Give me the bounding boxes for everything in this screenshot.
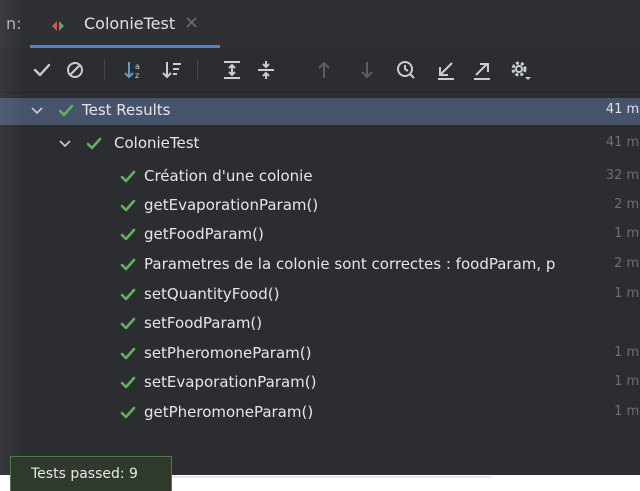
duration-label: 1 ms	[614, 226, 640, 241]
svg-text:a: a	[135, 62, 140, 71]
passed-check-icon	[120, 287, 136, 303]
tree-node-coloniettest[interactable]: ColonieTest 41 ms	[0, 131, 640, 158]
status-text: Tests passed: 9	[31, 466, 138, 482]
export-tests-icon[interactable]	[470, 58, 494, 82]
toolbar-separator	[104, 60, 105, 80]
tree-node-label: ColonieTest	[114, 134, 200, 152]
test-row[interactable]: getEvaporationParam() 2 ms	[0, 193, 640, 220]
test-name: getPheromoneParam()	[144, 403, 314, 421]
duration-label: 1 ms	[614, 374, 640, 389]
tab-title: ColonieTest	[84, 14, 176, 33]
duration-label: 41 ms	[605, 135, 640, 150]
svg-text:z: z	[135, 71, 139, 80]
test-history-icon[interactable]	[394, 58, 418, 82]
tree-node-label: Test Results	[82, 101, 171, 119]
test-name: getEvaporationParam()	[144, 196, 319, 214]
test-name: setFoodParam()	[144, 314, 263, 332]
next-failed-test-icon[interactable]	[355, 58, 379, 82]
test-name: Création d'une colonie	[144, 167, 313, 185]
test-name: setEvaporationParam()	[144, 373, 317, 391]
duration-label: 32 ms	[605, 168, 640, 183]
sort-alphabetically-icon[interactable]: a z	[122, 58, 146, 82]
status-divider	[172, 476, 492, 478]
expand-all-icon[interactable]	[220, 58, 244, 82]
settings-icon[interactable]	[508, 58, 532, 82]
test-name: getFoodParam()	[144, 225, 264, 243]
show-ignored-icon[interactable]	[63, 58, 87, 82]
show-passed-icon[interactable]	[30, 58, 54, 82]
duration-label: 1 ms	[614, 404, 640, 419]
passed-check-icon	[120, 375, 136, 391]
test-row[interactable]: getFoodParam() 1 ms	[0, 222, 640, 249]
import-tests-icon[interactable]	[434, 58, 458, 82]
tests-passed-status[interactable]: Tests passed: 9	[10, 456, 172, 491]
toolbar-separator	[197, 60, 198, 80]
passed-check-icon	[58, 103, 74, 119]
test-name: Parametres de la colonie sont correctes …	[144, 255, 556, 273]
run-config-icon	[52, 17, 64, 31]
chevron-down-icon[interactable]	[58, 137, 72, 151]
duration-label: 2 ms	[614, 197, 640, 212]
test-name: setQuantityFood()	[144, 285, 280, 303]
previous-failed-test-icon[interactable]	[312, 58, 336, 82]
passed-check-icon	[120, 316, 136, 332]
close-icon[interactable]: ×	[184, 12, 199, 33]
sort-by-duration-icon[interactable]	[160, 58, 184, 82]
passed-check-icon	[120, 405, 136, 421]
duration-label: 1 ms	[614, 345, 640, 360]
test-row[interactable]: setEvaporationParam() 1 ms	[0, 370, 640, 397]
test-row[interactable]: setQuantityFood() 1 ms	[0, 282, 640, 309]
passed-check-icon	[120, 198, 136, 214]
test-name: setPheromoneParam()	[144, 344, 312, 362]
test-row[interactable]: Parametres de la colonie sont correctes …	[0, 252, 640, 279]
duration-label: 1 ms	[614, 286, 640, 301]
collapse-all-icon[interactable]	[254, 58, 278, 82]
chevron-down-icon[interactable]	[30, 104, 44, 118]
test-row[interactable]: Création d'une colonie 32 ms	[0, 164, 640, 191]
test-toolbar: a z	[0, 48, 640, 93]
tab-bar: n: ColonieTest ×	[0, 0, 640, 48]
passed-check-icon	[120, 169, 136, 185]
passed-check-icon	[120, 227, 136, 243]
test-row[interactable]: getPheromoneParam() 1 ms	[0, 400, 640, 427]
tree-node-test-results[interactable]: Test Results 41 ms	[0, 98, 640, 125]
passed-check-icon	[120, 257, 136, 273]
test-row[interactable]: setPheromoneParam() 1 ms	[0, 341, 640, 368]
passed-check-icon	[86, 136, 102, 152]
tab-coloniettest[interactable]: ColonieTest ×	[30, 0, 220, 48]
duration-label: 2 ms	[614, 256, 640, 271]
passed-check-icon	[120, 346, 136, 362]
test-row[interactable]: setFoodParam()	[0, 311, 640, 338]
test-runner-panel: n: ColonieTest × a z Test Results 41 m C…	[0, 0, 640, 475]
run-tool-window-label: n:	[6, 14, 22, 33]
duration-label: 41 ms	[605, 102, 640, 117]
